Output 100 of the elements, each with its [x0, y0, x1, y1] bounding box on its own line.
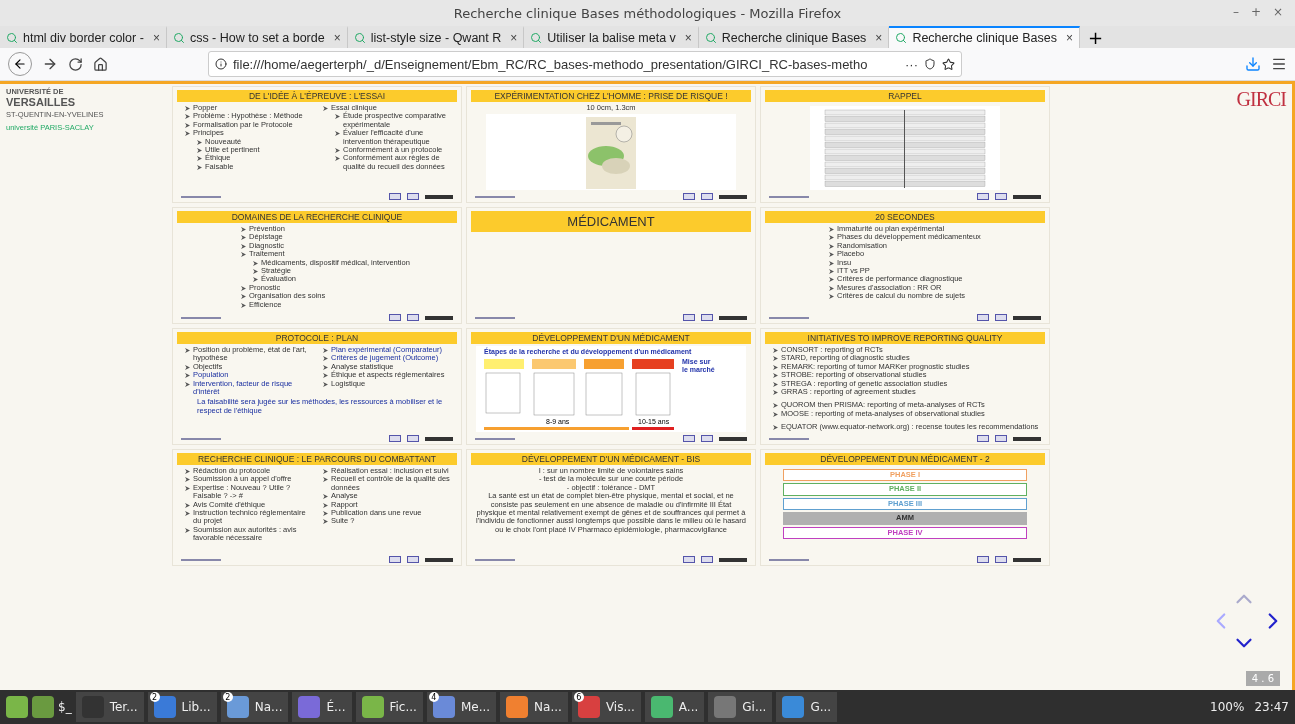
bullet-icon [241, 252, 246, 258]
bullet-icon [241, 243, 246, 249]
footer-link [475, 195, 515, 198]
footer-link [769, 316, 809, 319]
search-icon [172, 32, 185, 44]
bullet-icon [185, 527, 190, 533]
close-button[interactable]: × [510, 31, 518, 45]
menu-logo-icon[interactable] [6, 696, 28, 718]
clock: 23:47 [1254, 700, 1289, 714]
footer-bar [1013, 436, 1041, 441]
count-badge: 2 [149, 692, 160, 702]
close-button[interactable]: × [1065, 31, 1073, 45]
window-control[interactable]: × [1272, 5, 1283, 19]
taskbar-item[interactable]: 2 Na... [220, 692, 289, 722]
footer-link [475, 437, 515, 440]
slide-number: 4 . 6 [1245, 671, 1280, 686]
browser-tab[interactable]: Recherche clinique Bases × [889, 26, 1080, 48]
close-button[interactable]: × [684, 31, 692, 45]
slide-thumbnail[interactable] [172, 449, 462, 566]
bullet-icon [323, 373, 328, 379]
girci-logo: GIRCI [1236, 88, 1286, 111]
slide-thumbnail[interactable] [466, 449, 756, 566]
footer-button [701, 556, 713, 563]
bullet-icon [185, 114, 190, 120]
slide-thumbnail[interactable] [172, 328, 462, 445]
slide-title: DÉVELOPPEMENT D'UN MÉDICAMENT - BIS [471, 453, 751, 465]
bullet-icon [335, 131, 340, 137]
footer-button [407, 314, 419, 321]
slide-title: DÉVELOPPEMENT D'UN MÉDICAMENT - 2 [765, 453, 1045, 465]
bullet-icon [185, 469, 190, 474]
footer-button [995, 314, 1007, 321]
window-title: Recherche clinique Bases méthodologiques - Mozilla Firefox [453, 5, 842, 21]
footer-button [977, 314, 989, 321]
taskbar-item[interactable]: Gi... [708, 692, 773, 722]
new-tab-button[interactable]: + [1079, 26, 1111, 48]
close-button[interactable]: × [152, 31, 160, 45]
bullet-icon [335, 156, 340, 162]
bullet-icon [323, 106, 328, 111]
taskbar-item[interactable]: 6 Vis... [571, 692, 641, 722]
app-icon [298, 696, 321, 718]
bullet-icon [197, 139, 202, 145]
slide-thumbnail[interactable]: RAPPEL [760, 86, 1050, 203]
footer-link [769, 195, 809, 198]
footer-button [701, 193, 713, 200]
workspace-icon[interactable] [32, 696, 54, 718]
taskbar-item[interactable]: Ter... [75, 692, 144, 722]
taskbar-item[interactable]: Fic... [355, 692, 423, 722]
info-icon [215, 58, 227, 70]
bullet-icon [773, 425, 778, 431]
slide-thumbnail[interactable] [760, 328, 1050, 445]
footer-button [683, 556, 695, 563]
footer-bar [719, 315, 747, 320]
bullet-icon [829, 260, 834, 266]
terminal-glyph: $_ [58, 700, 72, 714]
close-button[interactable]: × [333, 31, 341, 45]
slide-thumbnail[interactable]: MÉDICAMENT [466, 207, 756, 324]
taskbar-item[interactable]: É... [292, 692, 352, 722]
footer-bar [425, 557, 453, 562]
bullet-icon [185, 122, 190, 128]
footer-link [181, 558, 221, 561]
window-control[interactable]: – [1232, 5, 1239, 19]
taskbar-item[interactable]: A... [644, 692, 705, 722]
bullet-icon [241, 302, 246, 308]
bullet-icon [197, 147, 202, 153]
menu-icon[interactable] [1271, 56, 1287, 72]
download-icon[interactable] [1245, 56, 1261, 72]
bullet-icon [185, 373, 190, 379]
taskbar-item[interactable]: 4 Me... [426, 692, 497, 722]
count-badge: 2 [222, 692, 233, 702]
taskbar-item[interactable]: Na... [500, 692, 568, 722]
shield-icon[interactable] [924, 58, 936, 70]
bullet-icon [773, 411, 778, 417]
footer-link [475, 316, 515, 319]
search-icon [6, 32, 18, 44]
footer-button [389, 556, 401, 563]
bullet-icon [773, 381, 778, 387]
slide-title: 20 SECONDES [765, 211, 1045, 223]
footer-button [407, 435, 419, 442]
bullet-icon [253, 277, 258, 283]
bullet-icon [829, 285, 834, 291]
bullet-icon [335, 147, 340, 153]
close-button[interactable]: × [875, 31, 883, 45]
reload-icon[interactable] [68, 56, 83, 72]
url-field[interactable]: file:///home/aegerterph/_d/Enseignement/Ebm_RC/RC_bases-methodo_presentation/GIRCI_RC-bases-metho ··· [208, 51, 962, 77]
home-icon[interactable] [93, 56, 108, 72]
bullet-icon [323, 502, 328, 508]
forward-icon[interactable] [42, 56, 58, 72]
app-icon [782, 696, 805, 718]
slide-thumbnail[interactable] [760, 207, 1050, 324]
bullet-icon [323, 381, 328, 387]
footer-button [389, 435, 401, 442]
star-icon[interactable] [942, 57, 955, 71]
window-control[interactable]: + [1250, 5, 1261, 19]
bullet-icon [829, 252, 834, 258]
bullet-icon [323, 469, 328, 474]
bullet-icon [773, 348, 778, 353]
taskbar-item[interactable]: 2 Lib... [147, 692, 217, 722]
slide-thumbnail[interactable] [172, 86, 462, 203]
taskbar-item[interactable]: G... [776, 692, 838, 722]
slide-title: MÉDICAMENT [471, 211, 751, 232]
